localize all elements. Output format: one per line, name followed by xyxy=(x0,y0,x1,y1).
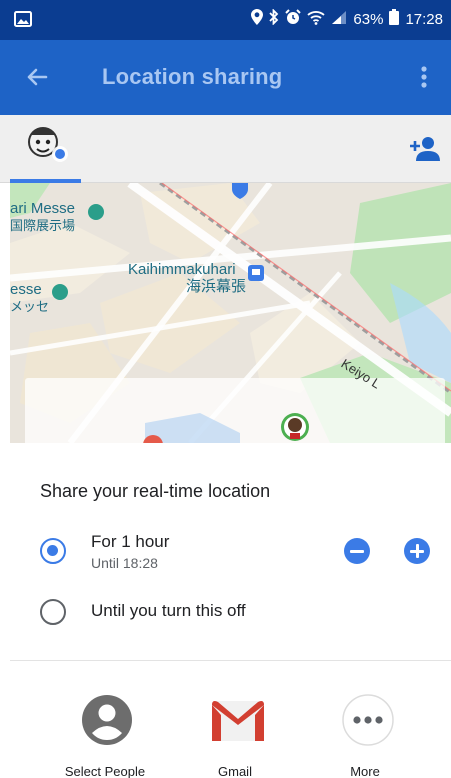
location-status-icon xyxy=(251,9,264,29)
map-label-messe-jp: 国際展示場 xyxy=(10,218,76,233)
share-select-people-button[interactable]: Select People xyxy=(50,693,160,778)
status-bar: 63% 17:28 xyxy=(0,0,451,40)
contacts-strip xyxy=(0,115,451,183)
radio-until-turned-off[interactable] xyxy=(40,599,66,625)
map-label-messe: ari Messe xyxy=(10,200,76,217)
contact-location-avatar xyxy=(281,413,309,441)
option-for-1-hour-label: For 1 hour xyxy=(91,532,170,551)
map-view[interactable]: ari Messe 国際展示場 Kaihimmakuhari 海浜幕張 esse… xyxy=(10,183,451,443)
battery-percent: 63% xyxy=(353,10,384,28)
map-label-messe-2-jp: メッセ xyxy=(10,299,50,314)
bluetooth-icon xyxy=(269,8,279,29)
map-label-station-jp: 海浜幕張 xyxy=(186,278,247,295)
person-icon xyxy=(80,693,134,747)
add-person-icon[interactable] xyxy=(409,135,441,163)
signal-icon xyxy=(331,10,347,29)
contact-avatar-tab[interactable] xyxy=(10,115,81,183)
battery-icon xyxy=(389,9,400,29)
wifi-icon xyxy=(307,10,326,29)
sheet-heading: Share your real-time location xyxy=(40,481,271,501)
increase-duration-button[interactable] xyxy=(404,538,430,564)
share-more-button[interactable]: More xyxy=(310,693,420,778)
divider xyxy=(10,660,451,661)
more-horizontal-icon xyxy=(340,693,394,747)
gallery-notification-icon xyxy=(14,11,32,32)
decrease-duration-button[interactable] xyxy=(344,538,370,564)
map-label-messe-2: esse xyxy=(10,281,42,298)
map-label-station: Kaihimmakuhari xyxy=(128,261,236,278)
share-gmail-button[interactable]: Gmail xyxy=(180,693,290,778)
avatar xyxy=(28,127,68,162)
status-time: 17:28 xyxy=(405,10,443,28)
app-bar: Location sharing xyxy=(0,40,451,115)
station-icon xyxy=(248,265,264,281)
gmail-icon xyxy=(210,693,264,747)
share-sheet: Share your real-time location For 1 hour… xyxy=(0,443,451,778)
alarm-icon xyxy=(285,9,302,29)
map-background xyxy=(10,183,451,443)
option-for-1-hour-until: Until 18:28 xyxy=(91,555,158,571)
page-title: Location sharing xyxy=(102,64,283,89)
back-arrow-icon[interactable] xyxy=(22,62,52,92)
share-app-label: Select People xyxy=(64,764,146,778)
share-app-label: More xyxy=(350,764,380,778)
radio-for-1-hour[interactable] xyxy=(40,538,66,564)
more-vertical-icon[interactable] xyxy=(409,62,439,92)
option-until-turned-off-label: Until you turn this off xyxy=(91,601,246,620)
share-app-label: Gmail xyxy=(218,764,252,778)
